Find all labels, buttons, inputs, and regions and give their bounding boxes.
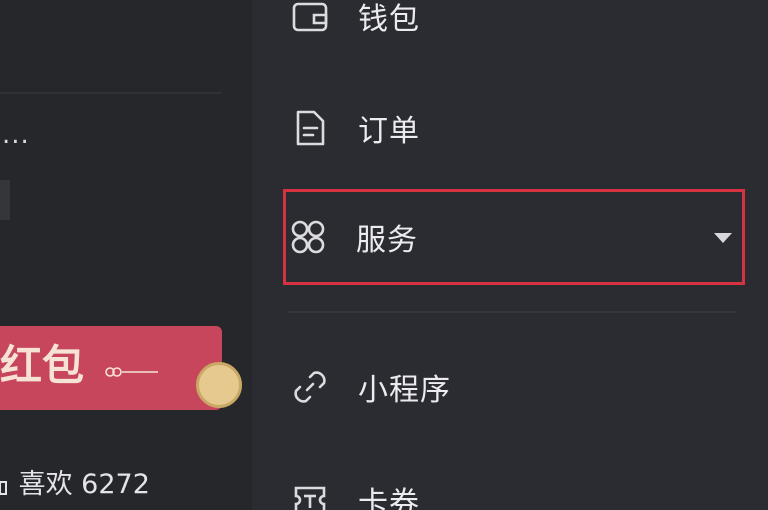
menu-divider [288, 311, 736, 313]
caret-down-icon[interactable] [714, 233, 732, 243]
menu-item-mini-programs[interactable]: 小程序 [288, 357, 742, 417]
menu-item-label: 钱包 [358, 2, 420, 37]
truncated-text: ... [2, 120, 30, 150]
background-feed-panel: ... 红包 喜欢 6272 [0, 0, 252, 510]
wallet-icon [288, 0, 332, 38]
menu-item-label: 卡券 [358, 486, 420, 510]
like-icon [0, 468, 10, 503]
menu-item-services[interactable]: 服务 [283, 189, 745, 285]
menu-item-label: 服务 [356, 223, 418, 258]
grid-apps-icon [286, 215, 330, 259]
feed-placeholder-block [0, 180, 10, 220]
menu-item-orders[interactable]: 订单 [288, 98, 742, 158]
menu-item-coupons[interactable]: 卡券 [288, 470, 742, 510]
document-icon [288, 106, 332, 150]
menu-item-label: 订单 [358, 114, 420, 149]
redpacket-title: 红包 [0, 341, 85, 390]
link-icon [288, 365, 332, 409]
ticket-icon [288, 478, 332, 510]
redpacket-banner[interactable]: 红包 [0, 326, 222, 410]
ornament-icon [105, 367, 158, 377]
likes-text: 喜欢 6272 [18, 469, 150, 500]
menu-item-label: 小程序 [358, 373, 451, 408]
likes-count: 喜欢 6272 [0, 462, 150, 503]
app-screen: ... 红包 喜欢 6272 钱包 订单 服务 小程序 卡券 [0, 0, 768, 510]
menu-item-wallet[interactable]: 钱包 [288, 0, 742, 46]
feed-divider [0, 92, 222, 94]
coin-icon [196, 362, 242, 408]
side-menu: 钱包 订单 服务 小程序 卡券 [252, 0, 768, 510]
